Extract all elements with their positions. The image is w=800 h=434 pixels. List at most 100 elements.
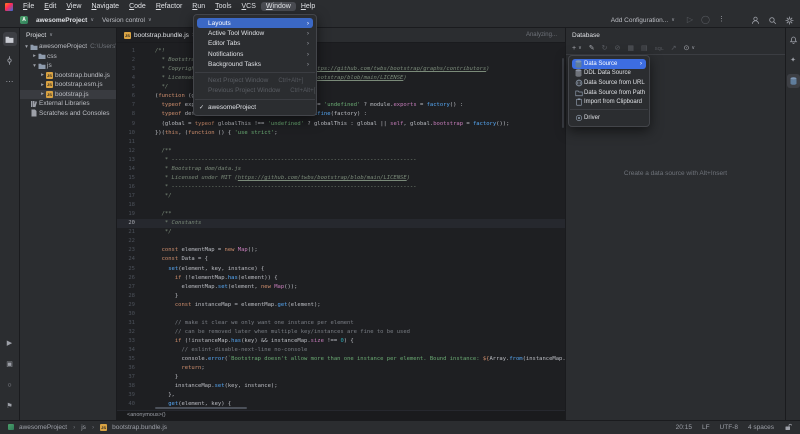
menu-vcs[interactable]: VCS	[237, 2, 261, 11]
profile-icon[interactable]	[751, 16, 760, 25]
tree-item-css[interactable]: ▸css	[20, 52, 116, 62]
more-tool-windows-icon[interactable]: ⋯	[3, 74, 17, 88]
chevron-collapsed-icon[interactable]: ▸	[39, 72, 46, 78]
navbar-crumb[interactable]: js	[81, 424, 86, 431]
breadcrumb[interactable]: <anonymous>()	[127, 412, 166, 418]
code-line[interactable]: 5 */	[117, 83, 565, 92]
code-line[interactable]: 2 * Bootstrap v5.3.3 (https://getbootstr…	[117, 56, 565, 65]
menu-view[interactable]: View	[61, 2, 86, 11]
export-icon[interactable]: ↗	[671, 44, 677, 52]
code-line[interactable]: 28 }	[117, 292, 565, 301]
menu-item-data-source-from-url[interactable]: Data Source from URL	[572, 78, 646, 88]
code-line[interactable]: 20 * Constants	[117, 219, 565, 228]
menu-item-background-tasks[interactable]: Background Tasks›	[197, 59, 313, 69]
menu-item-import-from-clipboard[interactable]: Import from Clipboard	[572, 97, 646, 107]
code-line[interactable]: 23 const elementMap = new Map();	[117, 246, 565, 255]
menu-item-data-source-from-path[interactable]: Data Source from Path	[572, 88, 646, 98]
chevron-collapsed-icon[interactable]: ▸	[31, 53, 38, 59]
menu-item-data-source[interactable]: Data Source›	[572, 59, 646, 69]
debug-icon[interactable]: ⚑	[3, 399, 17, 413]
menu-window[interactable]: Window	[261, 2, 296, 11]
horizontal-scrollbar[interactable]	[155, 407, 247, 409]
menu-file[interactable]: File	[18, 2, 39, 11]
code-line[interactable]: 36 return;	[117, 364, 565, 373]
code-line[interactable]: 37 }	[117, 373, 565, 382]
debug-button[interactable]: ◯	[701, 16, 710, 24]
menu-item-awesomeproject[interactable]: ✓awesomeProject	[197, 102, 313, 112]
menu-refactor[interactable]: Refactor	[151, 2, 187, 11]
status-widget-lf[interactable]: LF	[702, 424, 710, 431]
code-line[interactable]: 22	[117, 237, 565, 246]
menu-item-editor-tabs[interactable]: Editor Tabs›	[197, 39, 313, 49]
tree-item-external-libraries[interactable]: External Libraries	[20, 99, 116, 109]
status-widget-4-spaces[interactable]: 4 spaces	[748, 424, 774, 431]
code-line[interactable]: 34 // eslint-disable-next-line no-consol…	[117, 346, 565, 355]
run-button[interactable]: ▷	[687, 16, 693, 24]
chevron-expanded-icon[interactable]: ▾	[23, 44, 30, 50]
vertical-scrollbar[interactable]	[562, 58, 564, 128]
code-line[interactable]: 29 const instanceMap = elementMap.get(el…	[117, 301, 565, 310]
code-line[interactable]: 12 /**	[117, 147, 565, 156]
readonly-lock-icon[interactable]	[784, 423, 792, 433]
search-everywhere-icon[interactable]	[768, 16, 777, 25]
code-line[interactable]: 1/*!	[117, 47, 565, 56]
menu-item-ddl-data-source[interactable]: DDL Data Source	[572, 69, 646, 79]
code-line[interactable]: 7 typeof exports === 'object' && typeof …	[117, 101, 565, 110]
database-icon[interactable]	[787, 74, 800, 88]
code-line[interactable]: 4 * Licensed under MIT (https://github.c…	[117, 74, 565, 83]
code-line[interactable]: 13 * -----------------------------------…	[117, 156, 565, 165]
data-source-properties-icon[interactable]: ✎	[589, 44, 595, 52]
menu-item-driver[interactable]: Driver	[572, 113, 646, 123]
problems-icon[interactable]: ○	[3, 378, 17, 392]
code-line[interactable]: 24 const Data = {	[117, 255, 565, 264]
ddl-mapping-icon[interactable]: ▤	[641, 44, 648, 52]
tree-item-awesomeproject[interactable]: ▾awesomeProjectC:\Users\User\g	[20, 42, 116, 52]
status-widget-20-15[interactable]: 20:15	[676, 424, 692, 431]
code-line[interactable]: 18	[117, 201, 565, 210]
menu-item-layouts[interactable]: Layouts›	[197, 18, 313, 28]
code-editor[interactable]: 1/*!2 * Bootstrap v5.3.3 (https://getboo…	[117, 43, 565, 410]
code-line[interactable]: 9 (global = typeof globalThis !== 'undef…	[117, 120, 565, 129]
run-configuration-selector[interactable]: Add Configuration... ∨	[607, 17, 679, 24]
code-line[interactable]: 6(function (global, factory) {	[117, 92, 565, 101]
code-line[interactable]: 25 set(element, key, instance) {	[117, 265, 565, 274]
menu-code[interactable]: Code	[124, 2, 151, 11]
navbar-crumb[interactable]: bootstrap.bundle.js	[112, 424, 167, 431]
more-actions-icon[interactable]: ⋮	[718, 16, 725, 24]
code-line[interactable]: 39 },	[117, 391, 565, 400]
vcs-widget[interactable]: Version control ∨	[98, 17, 156, 24]
code-line[interactable]: 10})(this, (function () { 'use strict';	[117, 129, 565, 138]
notifications-icon[interactable]	[787, 32, 800, 46]
code-line[interactable]: 31 // make it clear we only want one ins…	[117, 319, 565, 328]
code-line[interactable]: 19 /**	[117, 210, 565, 219]
tree-item-bootstrap-bundle-js[interactable]: ▸JSbootstrap.bundle.js	[20, 71, 116, 81]
code-line[interactable]: 32 // can be removed later when multiple…	[117, 328, 565, 337]
menu-item-notifications[interactable]: Notifications›	[197, 49, 313, 59]
terminal-icon[interactable]: ▣	[3, 357, 17, 371]
ai-assistant-icon[interactable]: ✦	[787, 53, 800, 67]
menu-tools[interactable]: Tools	[210, 2, 236, 11]
editor-breadcrumbs[interactable]: <anonymous>()	[117, 410, 565, 420]
menu-run[interactable]: Run	[187, 2, 210, 11]
code-line[interactable]: 11	[117, 138, 565, 147]
code-line[interactable]: 14 * Bootstrap dom/data.js	[117, 165, 565, 174]
tree-item-bootstrap-js[interactable]: ▸JSbootstrap.js	[20, 90, 116, 100]
code-line[interactable]: 21 */	[117, 228, 565, 237]
menu-help[interactable]: Help	[296, 2, 320, 11]
code-line[interactable]: 3 * Copyright 2011-2024 The Bootstrap Au…	[117, 65, 565, 74]
menu-edit[interactable]: Edit	[39, 2, 61, 11]
code-line[interactable]: 30	[117, 310, 565, 319]
chevron-collapsed-icon[interactable]: ▸	[39, 82, 46, 88]
navbar-crumb[interactable]: awesomeProject	[19, 424, 67, 431]
stop-icon[interactable]: ⊘	[615, 44, 621, 52]
menu-item-active-tool-window[interactable]: Active Tool Window›	[197, 28, 313, 38]
refresh-icon[interactable]: ↻	[602, 44, 608, 52]
code-line[interactable]: 33 if (!instanceMap.has(key) && instance…	[117, 337, 565, 346]
tree-item-bootstrap-esm-js[interactable]: ▸JSbootstrap.esm.js	[20, 80, 116, 90]
sql-generator-icon[interactable]: SQL	[655, 46, 664, 51]
tree-item-js[interactable]: ▾js	[20, 61, 116, 71]
code-line[interactable]: 38 instanceMap.set(key, instance);	[117, 382, 565, 391]
chevron-expanded-icon[interactable]: ▾	[31, 63, 38, 69]
commit-icon[interactable]	[3, 53, 17, 67]
settings-gear-icon[interactable]	[785, 16, 794, 25]
